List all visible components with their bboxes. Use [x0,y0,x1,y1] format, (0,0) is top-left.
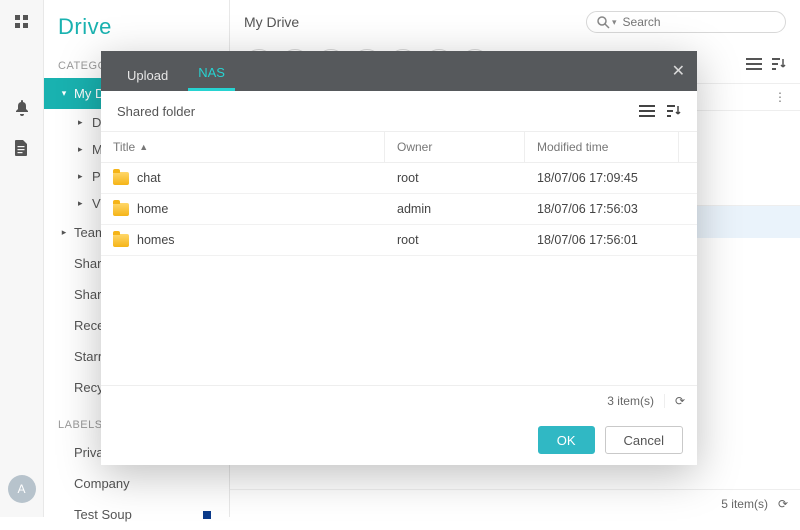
modal-item-count: 3 item(s) [607,394,654,408]
sort-asc-icon: ▲ [139,142,148,152]
modal-subheader: Shared folder [101,91,697,131]
ok-button[interactable]: OK [538,426,595,454]
modal-rows: chat root 18/07/06 17:09:45 home admin 1… [101,163,697,385]
tab-upload[interactable]: Upload [117,58,178,91]
modal-tabbar: Upload NAS ✕ [101,51,697,91]
table-row[interactable]: homes root 18/07/06 17:56:01 [101,225,697,256]
modal-status: 3 item(s) ⟳ [101,385,697,415]
modal-sort-icon[interactable] [667,104,681,118]
cancel-button[interactable]: Cancel [605,426,683,454]
folder-icon [113,203,129,216]
shared-folder-label: Shared folder [117,104,195,119]
modal-footer: OK Cancel [101,415,697,465]
col-title[interactable]: Title▲ [101,132,385,162]
table-row[interactable]: chat root 18/07/06 17:09:45 [101,163,697,194]
folder-icon [113,172,129,185]
folder-icon [113,234,129,247]
tab-nas[interactable]: NAS [188,55,235,91]
table-row[interactable]: home admin 18/07/06 17:56:03 [101,194,697,225]
modal-view-list-icon[interactable] [639,104,655,118]
modal-refresh-icon[interactable]: ⟳ [664,394,685,408]
close-icon[interactable]: ✕ [672,61,685,81]
upload-modal: Upload NAS ✕ Shared folder Title▲ Owner … [101,51,697,465]
modal-table-header: Title▲ Owner Modified time [101,131,697,163]
col-owner[interactable]: Owner [385,132,525,162]
col-modified[interactable]: Modified time [525,132,679,162]
